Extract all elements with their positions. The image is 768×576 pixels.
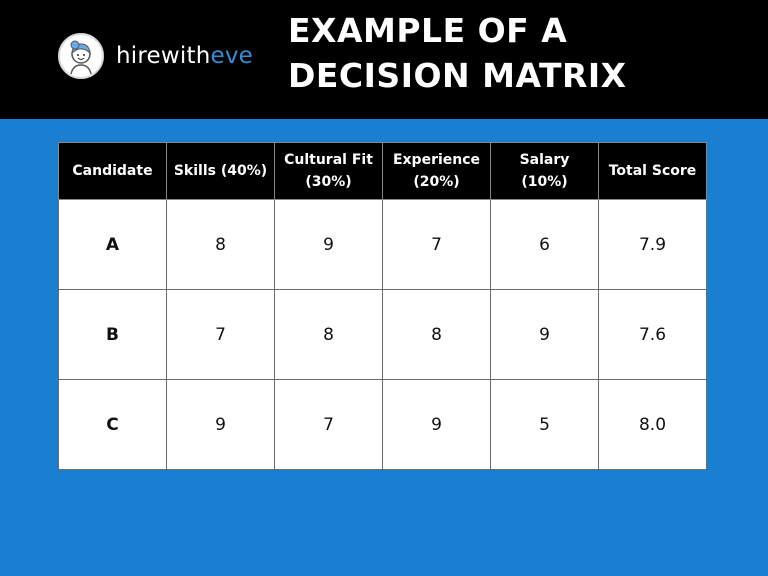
logo: hirewitheve — [58, 33, 253, 79]
decision-matrix-table: Candidate Skills (40%) Cultural Fit (30%)… — [58, 142, 707, 470]
title-line-1: EXAMPLE OF A — [288, 11, 568, 50]
candidate-cell: B — [58, 289, 167, 380]
experience-cell: 9 — [382, 379, 491, 470]
cultural-fit-cell: 7 — [274, 379, 383, 470]
header-text: (20%) — [413, 174, 460, 190]
total-score-cell: 8.0 — [598, 379, 707, 470]
skills-cell: 9 — [166, 379, 275, 470]
candidate-cell: A — [58, 199, 167, 290]
skills-cell: 8 — [166, 199, 275, 290]
title-line-2: DECISION MATRIX — [288, 56, 627, 95]
skills-cell: 7 — [166, 289, 275, 380]
total-score-cell: 7.6 — [598, 289, 707, 380]
column-header: Experience (20%) — [382, 142, 491, 200]
cultural-fit-cell: 9 — [274, 199, 383, 290]
total-score-cell: 7.9 — [598, 199, 707, 290]
column-header: Skills (40%) — [166, 142, 275, 200]
column-header: Total Score — [598, 142, 707, 200]
experience-cell: 7 — [382, 199, 491, 290]
salary-cell: 5 — [490, 379, 599, 470]
column-header: Cultural Fit (30%) — [274, 142, 383, 200]
header-row: Candidate Skills (40%) Cultural Fit (30%)… — [58, 142, 707, 200]
table-row: A 8 9 7 6 7.9 — [58, 199, 707, 290]
header-text: Experience — [392, 152, 481, 168]
salary-cell: 9 — [490, 289, 599, 380]
table-row: C 9 7 9 5 8.0 — [58, 379, 707, 470]
page-title: EXAMPLE OF A DECISION MATRIX — [288, 8, 627, 98]
header-text: (30%) — [305, 174, 352, 190]
column-header: Salary (10%) — [490, 142, 599, 200]
brand-name-main: hirewith — [116, 43, 211, 69]
table-row: B 7 8 8 9 7.6 — [58, 289, 707, 380]
header-text: Skills (40%) — [173, 163, 268, 179]
salary-cell: 6 — [490, 199, 599, 290]
experience-cell: 8 — [382, 289, 491, 380]
brand-name: hirewitheve — [116, 43, 253, 69]
header-text: Cultural Fit — [284, 152, 373, 168]
header-text: Total Score — [608, 163, 697, 179]
column-header: Candidate — [58, 142, 167, 200]
header-text: Candidate — [72, 163, 153, 179]
header-text: Salary — [519, 152, 570, 168]
header-text: (10%) — [521, 174, 568, 190]
avatar-icon — [58, 33, 104, 79]
cultural-fit-cell: 8 — [274, 289, 383, 380]
brand-name-accent: eve — [210, 43, 253, 69]
header-bar: hirewitheve EXAMPLE OF A DECISION MATRIX — [0, 0, 768, 119]
candidate-cell: C — [58, 379, 167, 470]
